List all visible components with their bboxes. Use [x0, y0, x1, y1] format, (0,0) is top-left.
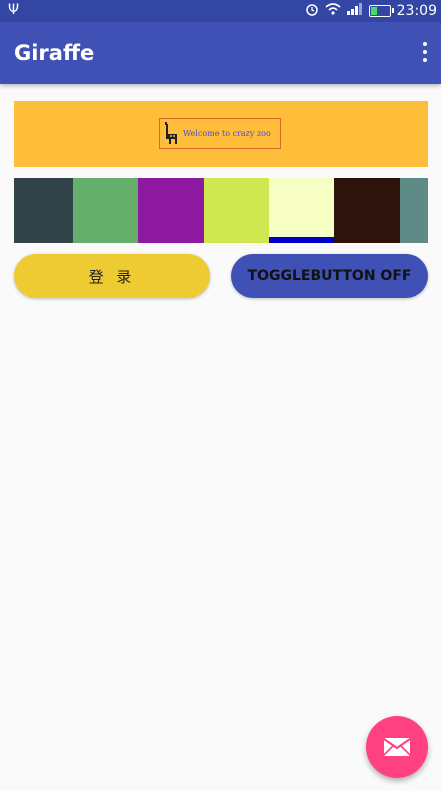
- color-swatch[interactable]: [138, 178, 204, 243]
- status-icons: 23:09: [305, 2, 437, 20]
- more-vert-icon[interactable]: [421, 42, 429, 62]
- app-bar: Giraffe: [0, 22, 441, 84]
- color-swatch[interactable]: [334, 178, 400, 243]
- toggle-button[interactable]: TOGGLEBUTTON OFF: [231, 254, 428, 298]
- color-swatch-selected[interactable]: [269, 178, 334, 243]
- login-button[interactable]: 登 录: [14, 254, 210, 298]
- color-swatch-strip: [14, 178, 428, 243]
- color-swatch[interactable]: [14, 178, 73, 243]
- signal-icon: [346, 3, 363, 19]
- status-bar: Ψ 23:09: [0, 0, 441, 22]
- email-icon: [383, 738, 411, 756]
- banner: Welcome to crazy zoo: [14, 101, 428, 167]
- color-swatch[interactable]: [204, 178, 269, 243]
- color-swatch[interactable]: [400, 178, 428, 243]
- wifi-icon: [325, 2, 341, 20]
- selection-indicator: [269, 237, 334, 243]
- app-title: Giraffe: [14, 41, 95, 65]
- giraffe-icon: [165, 121, 177, 144]
- email-fab[interactable]: [366, 716, 428, 778]
- usb-icon: Ψ: [8, 2, 20, 18]
- banner-text: Welcome to crazy zoo: [183, 129, 271, 138]
- battery-icon: [368, 5, 394, 17]
- color-swatch[interactable]: [73, 178, 138, 243]
- alarm-icon: [305, 2, 319, 20]
- banner-image: Welcome to crazy zoo: [159, 118, 281, 149]
- status-time: 23:09: [396, 3, 437, 19]
